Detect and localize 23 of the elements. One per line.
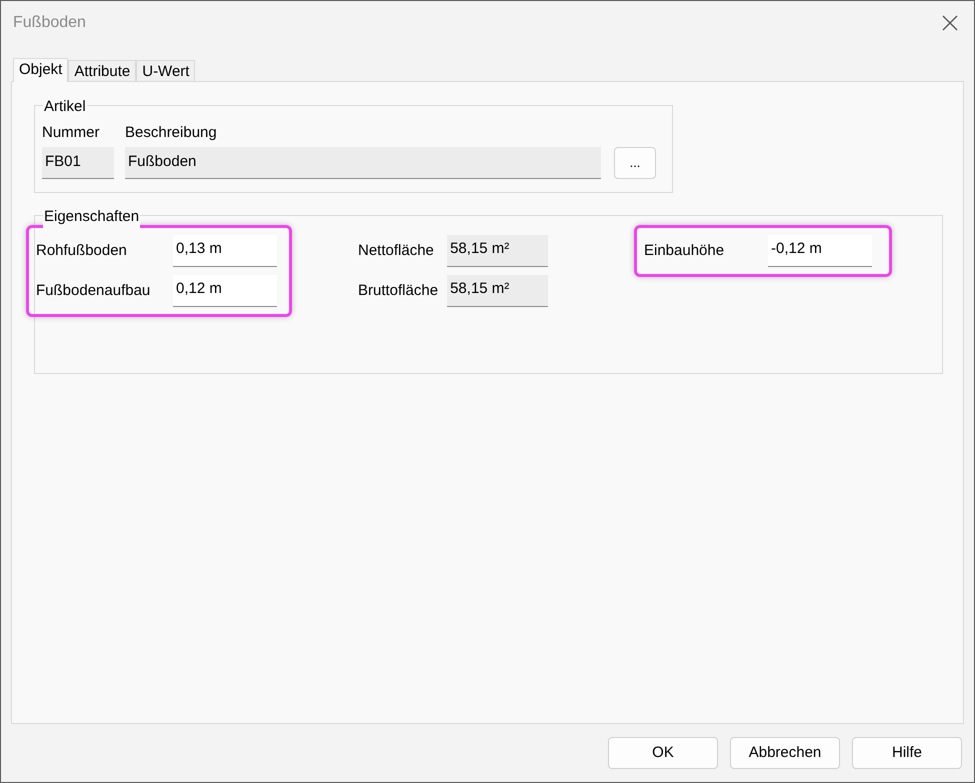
tab[interactable]: Objekt (13, 58, 68, 82)
input-field[interactable]: 0,13 m (173, 235, 277, 267)
tab[interactable]: Attribute (68, 60, 136, 81)
field-label: Rohfußboden (36, 240, 128, 261)
input-field: FB01 (42, 147, 114, 179)
input-field[interactable]: -0,12 m (768, 235, 872, 267)
browse-button[interactable]: ... (614, 147, 656, 179)
input-field: 58,15 m² (447, 275, 548, 307)
field-label: Einbauhöhe (644, 240, 726, 261)
dialog-button[interactable]: Abbrechen (730, 737, 840, 769)
dialog-button[interactable]: OK (608, 737, 718, 769)
field-label: Nummer (42, 123, 101, 142)
field-label: Beschreibung (125, 123, 217, 142)
input-field[interactable]: 0,12 m (173, 275, 277, 307)
window-title: Fußboden (13, 13, 86, 33)
field-label: Nettofläche (358, 240, 435, 261)
field-label: Fußbodenaufbau (36, 280, 152, 301)
input-field: 58,15 m² (447, 235, 548, 267)
tab[interactable]: U-Wert (136, 60, 196, 81)
input-field: Fußboden (125, 147, 601, 179)
close-icon[interactable] (942, 15, 958, 31)
field-label: Bruttofläche (358, 280, 440, 301)
dialog-button[interactable]: Hilfe (852, 737, 962, 769)
